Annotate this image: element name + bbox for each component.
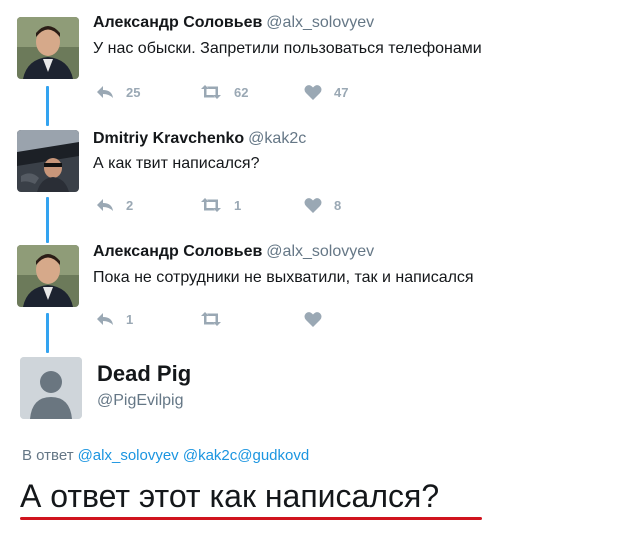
reply-button[interactable]: 1 (96, 309, 133, 329)
reply-count: 2 (126, 197, 134, 213)
tweet-actions: 1 (96, 309, 376, 329)
tweet-text: А ответ этот как написался? (20, 478, 440, 514)
tweet-text: Пока не сотрудники не выхватили, так и н… (93, 269, 474, 286)
default-avatar-icon (20, 357, 82, 419)
reply-count: 25 (126, 84, 141, 100)
retweet-count: 62 (234, 84, 249, 100)
like-icon (304, 312, 322, 327)
retweet-button[interactable] (200, 309, 234, 329)
like-count: 8 (334, 197, 342, 213)
like-count: 47 (334, 84, 349, 100)
in-reply-to: В ответ @alx_solovyev @kak2c@gudkovd (22, 447, 309, 464)
thread-line (46, 313, 49, 353)
reply-icon (97, 313, 113, 325)
retweet-icon (201, 85, 221, 99)
retweet-icon (201, 312, 221, 326)
author-handle[interactable]: @alx_solovyev (266, 243, 374, 260)
like-button[interactable]: 47 (304, 82, 348, 102)
highlight-underline (20, 517, 482, 520)
tweet-text: А как твит написался? (93, 155, 260, 172)
mention-links[interactable]: @alx_solovyev @kak2c@gudkovd (78, 447, 310, 464)
author-name[interactable]: Александр Соловьев (93, 14, 262, 31)
like-button[interactable] (304, 309, 334, 329)
author-handle[interactable]: @kak2c (248, 130, 306, 147)
like-icon (304, 85, 322, 100)
reply-button[interactable]: 2 (96, 195, 133, 215)
tweet-text: У нас обыски. Запретили пользоваться тел… (93, 40, 482, 57)
like-button[interactable]: 8 (304, 195, 341, 215)
author-name[interactable]: Dmitriy Kravchenko (93, 130, 244, 147)
tweet: Александр Соловьев @alx_solovyev У нас об… (0, 0, 620, 110)
avatar[interactable] (17, 130, 79, 192)
author-name[interactable]: Dead Pig (97, 361, 191, 387)
thread-line (46, 197, 49, 243)
avatar[interactable] (20, 357, 82, 419)
reply-icon (97, 86, 113, 98)
retweet-count: 1 (234, 197, 242, 213)
reply-count: 1 (126, 311, 134, 327)
author-name[interactable]: Александр Соловьев (93, 243, 262, 260)
avatar[interactable] (17, 17, 79, 79)
tweet-header: Александр Соловьев @alx_solovyev (93, 243, 374, 261)
reply-button[interactable]: 25 (96, 82, 140, 102)
author-handle[interactable]: @alx_solovyev (266, 14, 374, 31)
tweet-actions: 25 62 47 (96, 82, 376, 102)
tweet-actions: 2 1 8 (96, 195, 376, 215)
like-icon (304, 198, 322, 213)
retweet-button[interactable]: 62 (200, 82, 248, 102)
author-handle[interactable]: @PigEvilpig (97, 392, 184, 410)
reply-icon (97, 199, 113, 211)
tweet-header: Dmitriy Kravchenko @kak2c (93, 130, 306, 148)
tweet-header: Александр Соловьев @alx_solovyev (93, 14, 374, 32)
avatar[interactable] (17, 245, 79, 307)
in-reply-label: В ответ (22, 447, 74, 464)
retweet-button[interactable]: 1 (200, 195, 241, 215)
retweet-icon (201, 198, 221, 212)
